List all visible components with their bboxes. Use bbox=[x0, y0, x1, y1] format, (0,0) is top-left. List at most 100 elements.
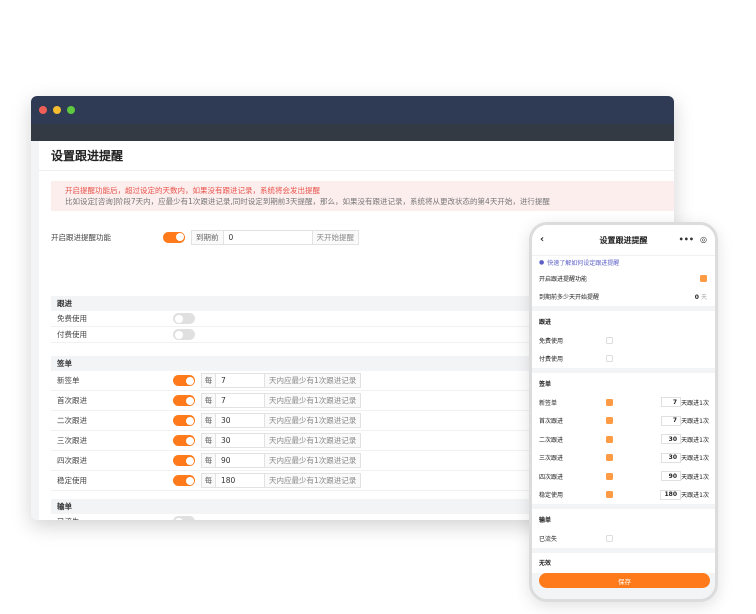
window-toolbar bbox=[31, 124, 674, 141]
mobile-stage-checkbox[interactable] bbox=[606, 472, 613, 480]
mobile-stage-label: 四次跟进 bbox=[539, 473, 564, 481]
advance-days-value[interactable]: 0 bbox=[224, 231, 312, 244]
stage-suffix: 天内应最少有1次跟进记录 bbox=[264, 434, 361, 447]
alert-headline: 开启提醒功能后，超过设定的天数内，如果没有跟进记录，系统将会发出提醒 bbox=[65, 186, 320, 195]
stage-days-input[interactable]: 每 180 天内应最少有1次跟进记录 bbox=[201, 473, 362, 488]
mobile-stage-row: 三次跟进 30 天跟进1次 bbox=[532, 449, 715, 468]
stage-toggle[interactable] bbox=[173, 395, 195, 406]
stage-days-input[interactable]: 每 7 天内应最少有1次跟进记录 bbox=[201, 393, 362, 408]
mini-program-capsule: ••• ◎ bbox=[679, 235, 707, 244]
enable-reminder-row: 开启跟进提醒功能 到期前 0 天开始提醒 bbox=[51, 229, 359, 245]
mobile-stage-unit: 天跟进1次 bbox=[681, 492, 709, 500]
window-titlebar bbox=[31, 96, 674, 124]
stage-suffix: 天内应最少有1次跟进记录 bbox=[264, 474, 361, 487]
more-icon[interactable]: ••• bbox=[679, 235, 694, 244]
mobile-stage-unit: 天跟进1次 bbox=[681, 473, 709, 481]
minimize-window-icon[interactable] bbox=[53, 106, 61, 114]
mobile-general-block: 开启跟进提醒功能 到期前多少天开始提醒 0天 bbox=[532, 269, 715, 306]
stage-prefix: 每 bbox=[202, 414, 216, 427]
stage-toggle[interactable] bbox=[173, 516, 195, 520]
stage-prefix: 每 bbox=[202, 374, 216, 387]
mobile-stage-unit: 天跟进1次 bbox=[681, 418, 709, 426]
mobile-title: 设置跟进提醒 bbox=[599, 235, 648, 245]
mobile-stage-days[interactable]: 7 bbox=[661, 415, 681, 426]
stage-toggle[interactable] bbox=[173, 415, 195, 426]
stage-days-value[interactable]: 30 bbox=[216, 434, 264, 447]
stage-toggle[interactable] bbox=[173, 313, 195, 324]
maximize-window-icon[interactable] bbox=[67, 106, 75, 114]
stage-days-value[interactable]: 30 bbox=[216, 414, 264, 427]
page-title: 设置跟进提醒 bbox=[39, 141, 674, 171]
stage-toggle[interactable] bbox=[173, 435, 195, 446]
mobile-stage-checkbox[interactable] bbox=[606, 435, 613, 443]
stage-label: 新签单 bbox=[57, 376, 80, 385]
mobile-stage-checkbox[interactable] bbox=[606, 398, 613, 406]
mobile-enable-label: 开启跟进提醒功能 bbox=[539, 275, 588, 283]
stage-suffix: 天内应最少有1次跟进记录 bbox=[264, 454, 361, 467]
advance-prefix: 到期前 bbox=[192, 230, 224, 244]
advance-days-input[interactable]: 到期前 0 天开始提醒 bbox=[191, 229, 359, 245]
mobile-stage-checkbox[interactable] bbox=[606, 534, 613, 542]
mobile-stage-label: 新签单 bbox=[539, 399, 558, 407]
mobile-stage-label: 二次跟进 bbox=[539, 436, 564, 444]
info-alert: 开启提醒功能后，超过设定的天数内，如果没有跟进记录，系统将会发出提醒 比如设定[… bbox=[51, 181, 674, 211]
stage-prefix: 每 bbox=[202, 474, 216, 487]
enable-reminder-label: 开启跟进提醒功能 bbox=[51, 232, 111, 242]
help-link[interactable]: ● 快速了解如何设定跟进提醒 bbox=[532, 255, 715, 269]
stage-suffix: 天内应最少有1次跟进记录 bbox=[264, 374, 361, 387]
mobile-advance-row: 到期前多少天开始提醒 0天 bbox=[532, 288, 715, 307]
stage-days-value[interactable]: 90 bbox=[216, 454, 264, 467]
stage-toggle[interactable] bbox=[173, 375, 195, 386]
mobile-header: ‹ 设置跟进提醒 ••• ◎ bbox=[532, 225, 715, 255]
mobile-stage-days[interactable]: 30 bbox=[661, 452, 681, 463]
mobile-section-1: 签单 新签单 7 天跟进1次 首次跟进 7 天跟进1次 二次跟进 30 天跟进1次 三次跟进 30 天跟… bbox=[532, 373, 715, 504]
stage-days-input[interactable]: 每 30 天内应最少有1次跟进记录 bbox=[201, 413, 362, 428]
stage-toggle[interactable] bbox=[173, 475, 195, 486]
mobile-section-title: 无效 bbox=[539, 560, 552, 567]
mobile-stage-checkbox[interactable] bbox=[606, 417, 613, 425]
stage-toggle[interactable] bbox=[173, 329, 195, 340]
mobile-advance-value[interactable]: 0天 bbox=[695, 292, 707, 301]
stage-label: 四次跟进 bbox=[57, 456, 87, 465]
mobile-stage-label: 首次跟进 bbox=[539, 418, 564, 426]
back-icon[interactable]: ‹ bbox=[540, 234, 544, 245]
mobile-stage-days[interactable]: 7 bbox=[661, 397, 681, 408]
mobile-stage-row: 四次跟进 90 天跟进1次 bbox=[532, 467, 715, 486]
bulb-icon: ● bbox=[539, 259, 545, 266]
stage-days-input[interactable]: 每 30 天内应最少有1次跟进记录 bbox=[201, 433, 362, 448]
stage-label: 付费使用 bbox=[57, 330, 87, 339]
stage-days-value[interactable]: 7 bbox=[216, 374, 264, 387]
stage-label: 已流失 bbox=[57, 516, 167, 520]
mobile-stage-days[interactable]: 90 bbox=[661, 471, 681, 482]
mobile-stage-label: 已流失 bbox=[539, 535, 558, 543]
mobile-stage-checkbox[interactable] bbox=[606, 454, 613, 462]
stage-prefix: 每 bbox=[202, 454, 216, 467]
mobile-stage-days[interactable]: 30 bbox=[661, 434, 681, 445]
enable-reminder-toggle[interactable] bbox=[163, 231, 185, 243]
mobile-stage-unit: 天跟进1次 bbox=[681, 436, 709, 444]
mobile-stage-row: 二次跟进 30 天跟进1次 bbox=[532, 430, 715, 449]
stage-days-input[interactable]: 每 90 天内应最少有1次跟进记录 bbox=[201, 453, 362, 468]
mobile-stage-row: 付费使用 bbox=[532, 350, 715, 369]
mobile-section-title: 签单 bbox=[539, 380, 552, 388]
mobile-stage-checkbox[interactable] bbox=[606, 336, 613, 344]
save-button[interactable]: 保存 bbox=[539, 573, 710, 588]
stage-label: 三次跟进 bbox=[57, 436, 87, 445]
stage-days-input[interactable]: 每 7 天内应最少有1次跟进记录 bbox=[201, 373, 362, 388]
mobile-section-title: 输单 bbox=[539, 516, 552, 524]
close-window-icon[interactable] bbox=[39, 106, 47, 114]
target-icon[interactable]: ◎ bbox=[700, 235, 707, 244]
advance-suffix: 天开始提醒 bbox=[311, 230, 358, 244]
mobile-section-0: 跟进 免费使用 付费使用 bbox=[532, 311, 715, 368]
mobile-stage-row: 已流失 bbox=[532, 529, 715, 548]
mobile-stage-checkbox[interactable] bbox=[606, 355, 613, 363]
stage-days-value[interactable]: 180 bbox=[216, 474, 264, 487]
mobile-stage-label: 付费使用 bbox=[539, 356, 564, 364]
mobile-enable-checkbox[interactable] bbox=[700, 274, 707, 282]
stage-toggle[interactable] bbox=[173, 455, 195, 466]
mobile-stage-unit: 天跟进1次 bbox=[681, 455, 709, 463]
stage-days-value[interactable]: 7 bbox=[216, 394, 264, 407]
mobile-section-3: 无效 bbox=[532, 552, 715, 573]
mobile-stage-checkbox[interactable] bbox=[606, 491, 613, 499]
mobile-stage-days[interactable]: 180 bbox=[660, 489, 681, 500]
